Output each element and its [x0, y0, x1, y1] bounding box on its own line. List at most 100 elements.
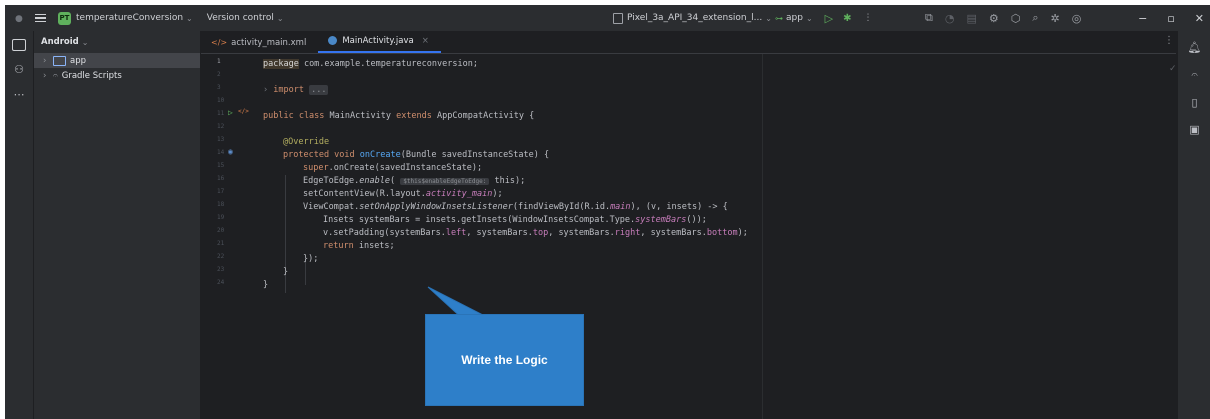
window-controls: − ▫ ✕ [1138, 5, 1204, 31]
field-ref: main [610, 202, 631, 212]
android-icon: ⊶ [775, 13, 783, 23]
chevron-down-icon: ⌄ [805, 13, 813, 23]
line-number: 19 [217, 214, 225, 221]
tab-menu-icon[interactable]: ⋮ [1164, 35, 1174, 46]
run-icon[interactable]: ▷ [825, 12, 833, 25]
device-explorer-icon[interactable]: ▯ [1191, 96, 1197, 109]
project-tool-icon[interactable] [12, 39, 26, 51]
search-icon[interactable]: ⌕ [1032, 11, 1038, 25]
inspection-ok-icon[interactable]: ✓ [1169, 64, 1177, 74]
field-ref: right [614, 228, 641, 238]
close-tab-icon[interactable]: × [422, 36, 429, 46]
code-line-21: return insets; [323, 240, 395, 253]
code-text: , systemBars. [548, 228, 615, 238]
code-text: setOnApplyWindowInsetsListener [359, 202, 513, 212]
sync-project-icon[interactable]: ⧉ [925, 11, 933, 25]
tree-item-app[interactable]: › app [34, 53, 200, 68]
code-text: setContentView(R.layout. [303, 189, 426, 199]
title-bar: ● PT temperatureConversion ⌄ Version con… [5, 5, 1210, 31]
override-gutter-icon[interactable]: ◉ [228, 147, 233, 156]
line-number: 11 [217, 110, 225, 117]
notifications-icon[interactable]: 🔔︎ [1188, 41, 1202, 54]
structure-tool-icon[interactable]: ⚇ [14, 63, 24, 76]
run-gutter-icon[interactable]: ▷ [228, 108, 233, 117]
tree-item-gradle-scripts[interactable]: › 𝄐 Gradle Scripts [34, 68, 200, 83]
code-line-20: v.setPadding(systemBars.left, systemBars… [323, 227, 748, 240]
annotation: @Override [283, 137, 330, 147]
keyword: protected void [283, 150, 355, 160]
chevron-down-icon: ⌄ [186, 13, 193, 23]
project-view-label: Android [41, 37, 79, 47]
parameter-hint: $this$enableEdgeToEdge: [400, 178, 490, 185]
main-menu-icon[interactable] [35, 13, 46, 23]
tab-label: MainActivity.java [342, 35, 414, 46]
left-tool-strip: ⚇ ⋯ [5, 31, 34, 419]
gradle-tool-icon[interactable]: 𝄐 [1191, 68, 1197, 82]
method-name: onCreate [354, 150, 401, 160]
code-line-13: @Override [283, 136, 329, 149]
code-line-17: setContentView(R.layout.activity_main); [303, 188, 503, 201]
account-icon[interactable]: ◎ [1072, 12, 1082, 25]
close-icon[interactable]: ✕ [1195, 12, 1204, 25]
version-control-dropdown[interactable]: Version control [207, 13, 274, 23]
keyword: package [263, 59, 299, 69]
toolbar-icons: ⧉ ◔ ▤ ⚙ ⬡ ⌕ ✲ ◎ [925, 5, 1081, 31]
run-config-selector[interactable]: ⊶ app ⌄ ▷ ✱ ⋮ [775, 5, 873, 31]
code-text: }); [303, 254, 319, 264]
expand-arrow-icon[interactable]: › [43, 56, 53, 66]
ide-window: ● PT temperatureConversion ⌄ Version con… [5, 5, 1210, 419]
line-number: 23 [217, 266, 225, 273]
sdk-manager-icon[interactable]: ⬡ [1011, 12, 1021, 25]
xml-file-icon: </> [211, 38, 228, 47]
tab-main-activity-java[interactable]: MainActivity.java × [318, 30, 441, 53]
line-number: 2 [217, 71, 221, 78]
code-text: ( [390, 176, 401, 186]
right-tool-strip: 🔔︎ 𝄐 ▯ ▣ [1177, 31, 1210, 419]
code-text: } [263, 280, 269, 290]
debug-icon[interactable]: ✱ [843, 13, 851, 24]
layout-gutter-icon[interactable]: </> [238, 108, 249, 115]
annotation-callout: Write the Logic [426, 315, 583, 405]
fold-arrow-icon[interactable]: › [263, 85, 273, 95]
phone-icon [613, 12, 623, 24]
code-line-16: EdgeToEdge.enable( $this$enableEdgeToEdg… [303, 175, 525, 188]
window-menu-icon[interactable]: ● [15, 14, 23, 24]
code-line-22: }); [303, 253, 318, 266]
code-text: EdgeToEdge. [303, 176, 360, 186]
more-actions-icon[interactable]: ⋮ [864, 13, 873, 23]
device-selector[interactable]: Pixel_3a_API_34_extension_l... ⌄ [613, 5, 772, 31]
line-number: 10 [217, 97, 225, 104]
line-number: 18 [217, 201, 225, 208]
project-name-dropdown[interactable]: temperatureConversion [76, 13, 183, 23]
field-ref: bottom [706, 228, 738, 238]
layout-inspector-icon[interactable]: ▤ [966, 12, 976, 25]
maximize-icon[interactable]: ▫ [1167, 12, 1174, 25]
chevron-down-icon: ⌄ [81, 37, 89, 47]
expand-arrow-icon[interactable]: › [43, 71, 53, 81]
minimize-icon[interactable]: − [1138, 12, 1147, 25]
folded-imports[interactable]: ... [309, 85, 329, 95]
settings-icon[interactable]: ✲ [1051, 12, 1060, 25]
code-text: enable [359, 176, 391, 186]
running-devices-icon[interactable]: ▣ [1189, 123, 1199, 136]
line-number: 16 [217, 175, 225, 182]
profiler-icon[interactable]: ◔ [945, 12, 955, 25]
code-text: (Bundle savedInstanceState) { [400, 150, 550, 160]
device-manager-icon[interactable]: ⚙ [989, 12, 999, 25]
tab-label: activity_main.xml [231, 37, 307, 48]
code-text: insets; [353, 241, 395, 251]
line-number: 12 [217, 123, 225, 130]
code-text: MainActivity [324, 111, 397, 121]
project-panel: Android ⌄ › app › 𝄐 Gradle Scripts [34, 31, 200, 419]
code-text: } [283, 267, 289, 277]
code-line-11: public class MainActivity extends AppCom… [263, 110, 534, 123]
code-line-24: } [263, 279, 268, 292]
tab-activity-main-xml[interactable]: </> activity_main.xml [201, 32, 318, 53]
project-view-selector[interactable]: Android ⌄ [34, 31, 200, 53]
chevron-down-icon: ⌄ [765, 13, 772, 23]
code-line-18: ViewCompat.setOnApplyWindowInsetsListene… [303, 201, 728, 214]
code-line-23: } [283, 266, 288, 279]
keyword: super [303, 163, 329, 173]
more-tools-icon[interactable]: ⋯ [14, 88, 25, 101]
code-text: ), (v, insets) -> { [630, 202, 728, 212]
